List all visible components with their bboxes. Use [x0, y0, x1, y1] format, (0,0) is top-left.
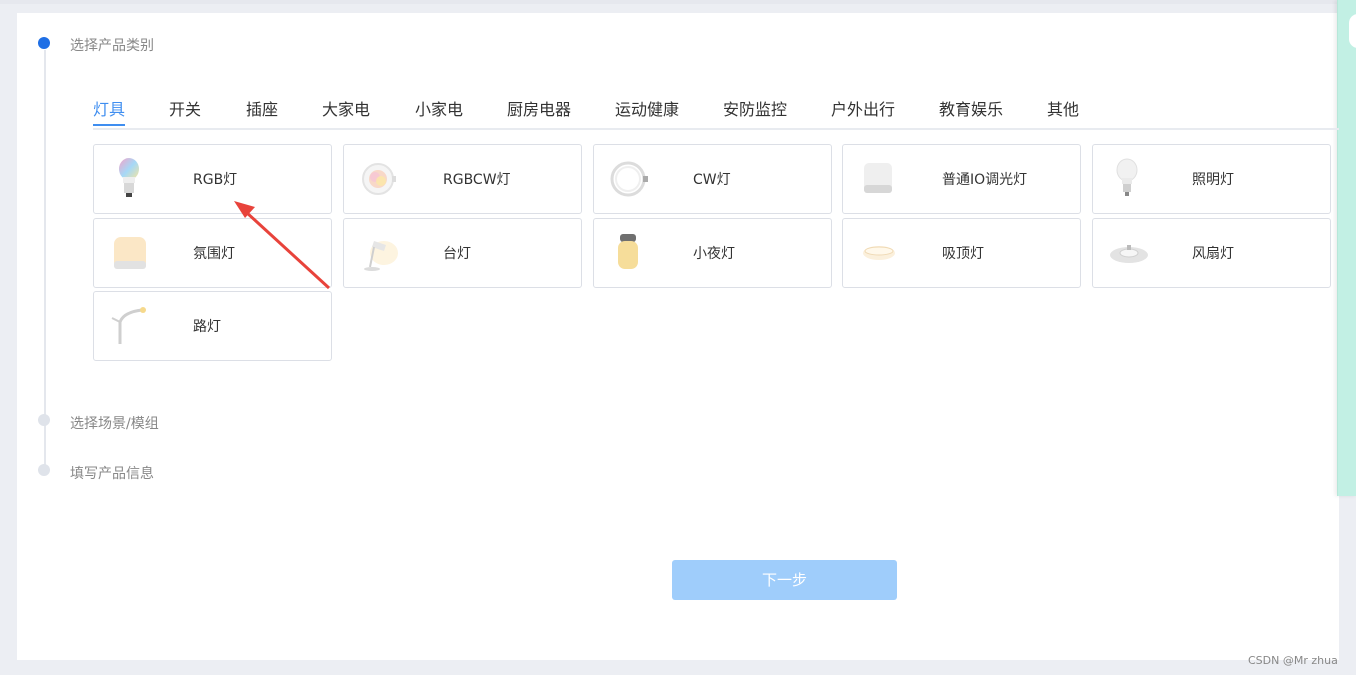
tab-switch[interactable]: 开关	[169, 96, 201, 120]
cube-light-icon	[857, 157, 901, 201]
product-label: CW灯	[693, 172, 731, 188]
steps-line	[44, 50, 46, 465]
product-label: RGB灯	[193, 172, 238, 188]
tab-education[interactable]: 教育娱乐	[939, 96, 1003, 120]
step-3-dot	[38, 464, 50, 476]
night-light-icon	[608, 231, 652, 275]
product-label: 路灯	[193, 319, 221, 335]
product-card-street-light[interactable]: 路灯	[93, 291, 332, 361]
product-card-ambient[interactable]: 氛围灯	[93, 218, 332, 288]
tab-lighting[interactable]: 灯具	[93, 96, 125, 120]
product-label: RGBCW灯	[443, 172, 511, 188]
side-floating-panel[interactable]	[1337, 0, 1356, 496]
product-label: 普通IO调光灯	[942, 172, 1028, 188]
product-card-fan-light[interactable]: 风扇灯	[1092, 218, 1331, 288]
product-card-desk-lamp[interactable]: 台灯	[343, 218, 582, 288]
step-2-dot	[38, 414, 50, 426]
active-tab-indicator	[93, 124, 125, 126]
next-step-button[interactable]: 下一步	[672, 560, 897, 600]
step-1-label: 选择产品类别	[70, 38, 154, 54]
tab-security[interactable]: 安防监控	[723, 96, 787, 120]
side-panel-handle[interactable]	[1349, 14, 1356, 48]
rgb-bulb-icon	[108, 157, 152, 201]
tab-kitchen[interactable]: 厨房电器	[507, 96, 571, 120]
tab-large-appliance[interactable]: 大家电	[322, 96, 370, 120]
tab-sports-health[interactable]: 运动健康	[615, 96, 679, 120]
step-3-label: 填写产品信息	[70, 466, 154, 482]
product-card-lighting[interactable]: 照明灯	[1092, 144, 1331, 214]
step-2-label: 选择场景/模组	[70, 416, 159, 432]
desk-lamp-icon	[358, 231, 402, 275]
watermark: CSDN @Mr zhua	[1248, 654, 1338, 667]
product-card-cw[interactable]: CW灯	[593, 144, 832, 214]
tab-outdoor[interactable]: 户外出行	[831, 96, 895, 120]
top-strip	[0, 0, 1339, 4]
tab-other[interactable]: 其他	[1047, 96, 1079, 120]
category-tabs: 灯具 开关 插座 大家电 小家电 厨房电器 运动健康 安防监控 户外出行 教育娱…	[93, 94, 1339, 130]
product-card-io-dimmer[interactable]: 普通IO调光灯	[842, 144, 1081, 214]
fan-light-icon	[1107, 231, 1151, 275]
step-1-dot	[38, 37, 50, 49]
product-label: 小夜灯	[693, 246, 735, 262]
product-card-night-light[interactable]: 小夜灯	[593, 218, 832, 288]
product-card-rgbcw[interactable]: RGBCW灯	[343, 144, 582, 214]
product-label: 台灯	[443, 246, 471, 262]
ambient-light-icon	[108, 231, 152, 275]
ring-light-icon	[608, 157, 652, 201]
product-label: 氛围灯	[193, 246, 235, 262]
tab-socket[interactable]: 插座	[246, 96, 278, 120]
tab-small-appliance[interactable]: 小家电	[415, 96, 463, 120]
round-light-icon	[358, 157, 402, 201]
street-light-icon	[108, 304, 152, 348]
ceiling-light-icon	[857, 231, 901, 275]
product-label: 吸顶灯	[942, 246, 984, 262]
product-card-rgb[interactable]: RGB灯	[93, 144, 332, 214]
product-label: 照明灯	[1192, 172, 1234, 188]
product-label: 风扇灯	[1192, 246, 1234, 262]
bulb-icon	[1107, 157, 1151, 201]
product-card-ceiling[interactable]: 吸顶灯	[842, 218, 1081, 288]
